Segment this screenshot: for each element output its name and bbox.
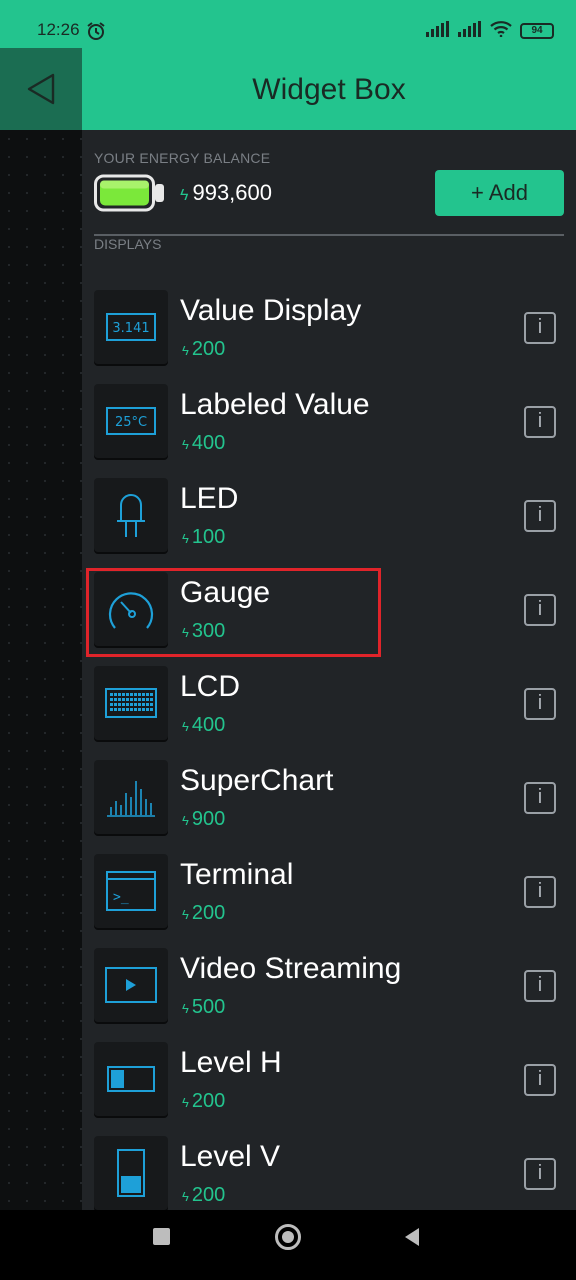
level-v-icon[interactable] bbox=[94, 1136, 168, 1210]
add-energy-button[interactable]: + Add bbox=[435, 170, 564, 216]
divider bbox=[94, 234, 564, 236]
status-bar: 12:26 94 bbox=[0, 0, 576, 48]
page-title: Widget Box bbox=[252, 73, 406, 106]
widget-cost: ϟ 200 bbox=[182, 1184, 225, 1207]
info-icon[interactable]: i bbox=[524, 970, 556, 1002]
svg-text:>_: >_ bbox=[113, 890, 129, 905]
widget-name: Level H bbox=[180, 1046, 282, 1079]
energy-bolt-icon: ϟ bbox=[182, 1095, 189, 1110]
widget-item-lcd[interactable]: LCD ϟ 400 i bbox=[94, 666, 564, 744]
back-arrow-icon bbox=[27, 73, 55, 105]
svg-text:3.141: 3.141 bbox=[112, 321, 149, 336]
energy-battery-icon bbox=[94, 174, 166, 216]
energy-bolt-icon: ϟ bbox=[182, 531, 189, 546]
widget-cost: ϟ 400 bbox=[182, 714, 225, 737]
info-icon[interactable]: i bbox=[524, 688, 556, 720]
video-streaming-icon[interactable] bbox=[94, 948, 168, 1022]
level-h-icon[interactable] bbox=[94, 1042, 168, 1116]
selection-highlight bbox=[86, 568, 381, 657]
energy-bolt-icon: ϟ bbox=[180, 187, 189, 204]
energy-bolt-icon: ϟ bbox=[182, 719, 189, 734]
widget-cost-value: 400 bbox=[191, 714, 226, 736]
energy-bolt-icon: ϟ bbox=[182, 1189, 189, 1204]
widget-item-level-h[interactable]: Level H ϟ 200 i bbox=[94, 1042, 564, 1120]
widget-name: Video Streaming bbox=[180, 952, 402, 985]
labeled-value-icon[interactable]: 25°C bbox=[94, 384, 168, 458]
info-icon[interactable]: i bbox=[524, 1158, 556, 1190]
widget-cost-value: 200 bbox=[191, 1090, 226, 1112]
energy-bolt-icon: ϟ bbox=[182, 437, 189, 452]
widget-item-labeled-value[interactable]: 25°C Labeled Value ϟ 400 i bbox=[94, 384, 564, 462]
widget-name: Labeled Value bbox=[180, 388, 370, 421]
info-icon[interactable]: i bbox=[524, 782, 556, 814]
status-icons: 94 bbox=[426, 21, 554, 41]
energy-balance-caption: YOUR ENERGY BALANCE bbox=[94, 150, 271, 166]
widget-box-panel[interactable]: YOUR ENERGY BALANCE ϟ 993,600 + Add DISPL… bbox=[82, 130, 576, 1210]
widget-cost: ϟ 200 bbox=[182, 902, 225, 925]
svg-text:25°C: 25°C bbox=[115, 415, 147, 430]
led-icon[interactable] bbox=[94, 478, 168, 552]
widget-cost-value: 200 bbox=[191, 1184, 226, 1206]
wifi-icon bbox=[490, 21, 512, 41]
info-icon[interactable]: i bbox=[524, 312, 556, 344]
canvas-grid bbox=[0, 130, 82, 1210]
widget-name: SuperChart bbox=[180, 764, 334, 797]
section-label-displays: DISPLAYS bbox=[94, 236, 162, 252]
widget-item-terminal[interactable]: >_ Terminal ϟ 200 i bbox=[94, 854, 564, 932]
widget-name: LED bbox=[180, 482, 239, 515]
widget-name: Value Display bbox=[180, 294, 362, 327]
info-icon[interactable]: i bbox=[524, 876, 556, 908]
energy-bolt-icon: ϟ bbox=[182, 813, 189, 828]
info-icon[interactable]: i bbox=[524, 500, 556, 532]
system-back-button[interactable] bbox=[402, 1227, 422, 1251]
terminal-icon[interactable]: >_ bbox=[94, 854, 168, 928]
widget-item-video-streaming[interactable]: Video Streaming ϟ 500 i bbox=[94, 948, 564, 1026]
widget-item-superchart[interactable]: SuperChart ϟ 900 i bbox=[94, 760, 564, 838]
energy-bolt-icon: ϟ bbox=[182, 343, 189, 358]
widget-cost: ϟ 500 bbox=[182, 996, 225, 1019]
widget-cost-value: 900 bbox=[191, 808, 226, 830]
alarm-icon bbox=[86, 21, 106, 45]
widget-name: Terminal bbox=[180, 858, 294, 891]
status-time: 12:26 bbox=[37, 20, 80, 39]
info-icon[interactable]: i bbox=[524, 406, 556, 438]
widget-cost-value: 400 bbox=[191, 432, 226, 454]
lcd-icon[interactable] bbox=[94, 666, 168, 740]
widget-cost: ϟ 100 bbox=[182, 526, 225, 549]
widget-cost-value: 200 bbox=[191, 902, 226, 924]
header: Widget Box bbox=[82, 48, 576, 130]
back-button[interactable] bbox=[0, 48, 82, 130]
widget-cost: ϟ 200 bbox=[182, 1090, 225, 1113]
signal-icon bbox=[458, 21, 482, 41]
widget-cost: ϟ 900 bbox=[182, 808, 225, 831]
widget-item-led[interactable]: LED ϟ 100 i bbox=[94, 478, 564, 556]
signal-icon bbox=[426, 21, 450, 41]
widget-cost-value: 200 bbox=[191, 338, 226, 360]
energy-bolt-icon: ϟ bbox=[182, 1001, 189, 1016]
widget-cost-value: 500 bbox=[191, 996, 226, 1018]
battery-icon: 94 bbox=[520, 23, 554, 39]
info-icon[interactable]: i bbox=[524, 594, 556, 626]
home-button[interactable] bbox=[275, 1224, 301, 1250]
superchart-icon[interactable] bbox=[94, 760, 168, 834]
recent-apps-button[interactable] bbox=[153, 1228, 170, 1245]
widget-cost: ϟ 400 bbox=[182, 432, 225, 455]
widget-cost-value: 100 bbox=[191, 526, 226, 548]
widget-name: Level V bbox=[180, 1140, 281, 1173]
widget-item-level-v[interactable]: Level V ϟ 200 i bbox=[94, 1136, 564, 1214]
value-display-icon[interactable]: 3.141 bbox=[94, 290, 168, 364]
energy-bolt-icon: ϟ bbox=[182, 907, 189, 922]
info-icon[interactable]: i bbox=[524, 1064, 556, 1096]
widget-name: LCD bbox=[180, 670, 241, 703]
energy-balance-amount: ϟ 993,600 bbox=[180, 180, 272, 206]
widget-item-value-display[interactable]: 3.141 Value Display ϟ 200 i bbox=[94, 290, 564, 368]
energy-value: 993,600 bbox=[192, 180, 272, 205]
widget-cost: ϟ 200 bbox=[182, 338, 225, 361]
